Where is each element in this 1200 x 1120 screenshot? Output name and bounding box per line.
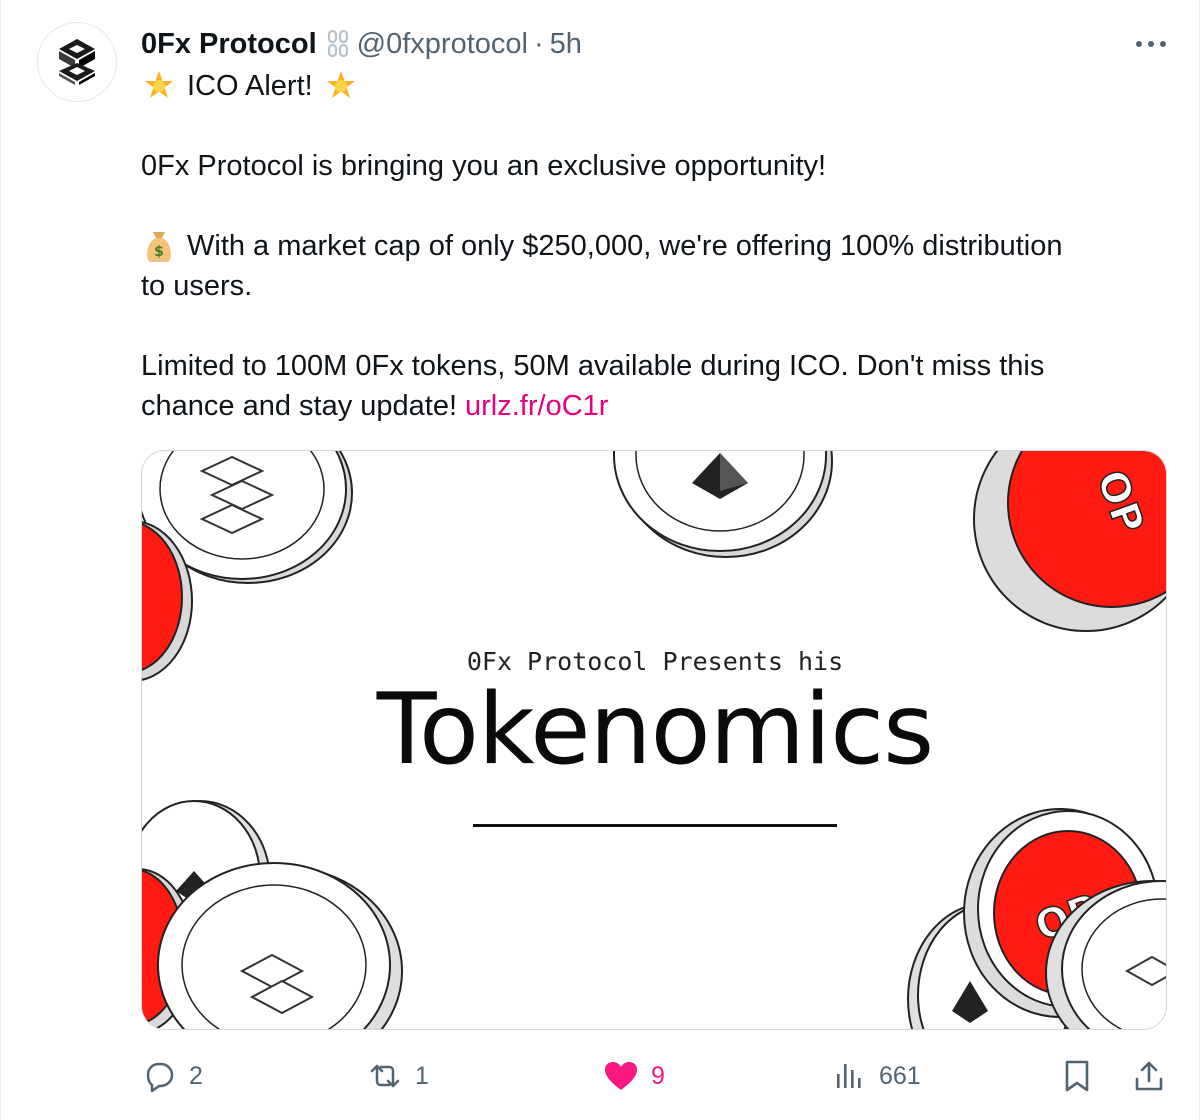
text-line: to users. [141,270,253,302]
star-emoji-icon [323,66,359,106]
title-underline [473,824,837,827]
like-count: 9 [651,1061,665,1090]
text-line: chance and stay update! urlz.fr/oC1r [141,386,1151,426]
handle[interactable]: @0fxprotocol [357,28,528,61]
market-cap-text: With a market cap of only $250,000, we'r… [187,230,1063,262]
bookmark-button[interactable] [1059,1056,1095,1096]
views-icon [831,1058,867,1094]
repost-button[interactable]: 1 [367,1056,429,1096]
tweet-link[interactable]: urlz.fr/oC1r [465,386,608,426]
tweet-card[interactable]: 0Fx Protocol @0fxprotocol · 5h ICO Alert… [0,0,1200,1120]
separator-dot: · [533,27,544,60]
eth-coin-icon [613,451,833,558]
text-line: 0Fx Protocol is bringing you an exclusiv… [141,150,827,182]
media-subtitle: 0Fx Protocol Presents his [466,647,844,676]
tweet-paragraph-3: $ With a market cap of only $250,000, we… [141,226,1151,306]
share-icon [1131,1058,1167,1094]
repost-icon [367,1058,403,1094]
text-line: $ With a market cap of only $250,000, we… [141,226,1151,266]
display-name[interactable]: 0Fx Protocol [141,28,317,61]
more-icon[interactable] [1131,30,1171,58]
avatar[interactable] [37,22,117,102]
reply-icon [141,1058,177,1094]
svg-text:$: $ [154,244,164,260]
heart-icon [603,1058,639,1094]
reply-button[interactable]: 2 [141,1056,203,1096]
money-bag-emoji-icon: $ [141,226,177,266]
tweet-paragraph-4: Limited to 100M 0Fx tokens, 50M availabl… [141,346,1151,426]
media-title: Tokenomics [376,673,934,787]
share-button[interactable] [1131,1056,1167,1096]
views-count: 661 [879,1061,921,1090]
tweet-header: 0Fx Protocol @0fxprotocol · 5h [141,24,582,64]
star-emoji-icon [141,66,177,106]
op-coin-icon: OP [973,451,1166,632]
stay-update-text: chance and stay update! [141,390,458,422]
chain-link-icon [327,29,349,59]
ico-alert-text: ICO Alert! [187,70,313,102]
tweet-paragraph-2: 0Fx Protocol is bringing you an exclusiv… [141,146,1151,186]
media-image[interactable]: OP 0Fx Protocol Presents his Tokenomics [141,450,1167,1030]
0fx-logo-icon [59,39,95,85]
text-line: Limited to 100M 0Fx tokens, 50M availabl… [141,350,1045,382]
action-bar: 2 1 9 661 [141,1056,1171,1096]
bookmark-icon [1059,1058,1095,1094]
views-button[interactable]: 661 [831,1056,921,1096]
like-button[interactable]: 9 [603,1056,665,1096]
text-line-ico-alert: ICO Alert! [141,66,1151,106]
reply-count: 2 [189,1061,203,1090]
tweet-text: ICO Alert! [141,66,1151,106]
repost-count: 1 [415,1061,429,1090]
timestamp[interactable]: 5h [550,28,582,61]
